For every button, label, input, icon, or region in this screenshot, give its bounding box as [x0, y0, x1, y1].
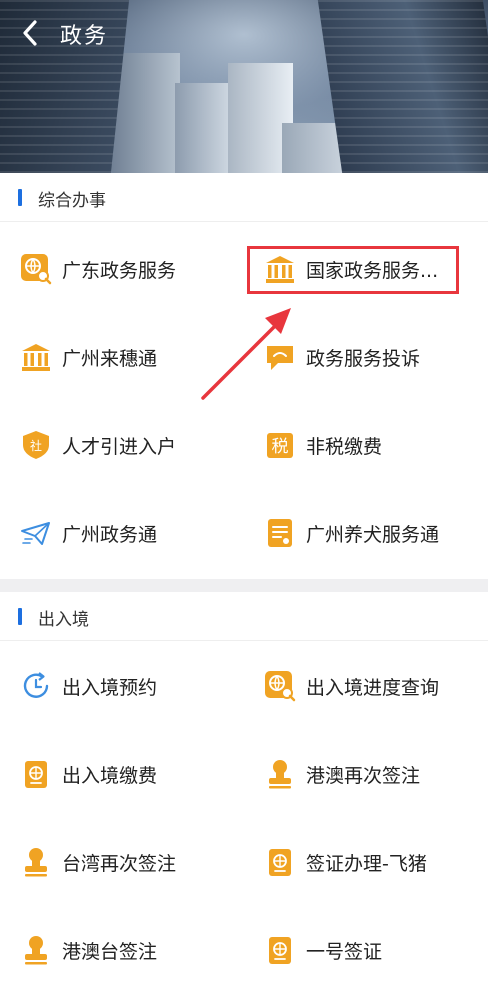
section-title: 综合办事 — [38, 191, 106, 211]
service-entry-exit-progress[interactable]: 出入境进度查询 — [264, 664, 464, 708]
annotation-arrow-icon — [201, 308, 291, 400]
banner-building — [317, 0, 488, 173]
shield-badge-icon: 社 — [23, 431, 49, 459]
stamp-icon — [25, 848, 47, 877]
passport-icon — [269, 849, 291, 876]
section-accent-bar — [18, 189, 22, 206]
page-title: 政务 — [60, 24, 109, 49]
service-label: 广东政务服务 — [62, 260, 177, 282]
section-accent-bar — [18, 608, 22, 625]
service-label: 人才引进入户 — [62, 436, 177, 458]
stamp-icon — [25, 936, 47, 965]
service-label: 广州来穗通 — [62, 348, 158, 370]
service-label: 广州政务通 — [62, 524, 158, 546]
service-label: 广州养犬服务通 — [306, 524, 440, 546]
service-non-tax-payment[interactable]: 税 非税缴费 — [264, 423, 464, 467]
service-label: 一号签证 — [306, 941, 383, 963]
globe-search-icon — [21, 254, 52, 285]
highlight-box — [247, 246, 459, 294]
service-label: 港澳再次签注 — [306, 765, 421, 787]
service-hk-macau-reendorse[interactable]: 港澳再次签注 — [264, 752, 464, 796]
section-divider — [0, 579, 488, 592]
section-header: 综合办事 — [0, 173, 488, 222]
passport-icon — [25, 761, 47, 788]
service-label: 非税缴费 — [306, 436, 383, 458]
service-guangdong-gov[interactable]: 广东政务服务 — [20, 247, 230, 291]
header-banner: 政务 — [0, 0, 488, 173]
svg-text:社: 社 — [30, 438, 42, 453]
service-entry-exit-payment[interactable]: 出入境缴费 — [20, 752, 230, 796]
service-entry-exit-appointment[interactable]: 出入境预约 — [20, 664, 230, 708]
chevron-left-icon — [23, 20, 37, 46]
service-label: 出入境缴费 — [62, 765, 158, 787]
section-title: 出入境 — [38, 610, 89, 630]
section-entry-exit: 出入境 出入境预约 出入境进度查询 出入境缴费 港澳再次签注 台湾再次签注 签证… — [0, 592, 488, 992]
service-talent-hukou[interactable]: 社 人才引进入户 — [20, 423, 230, 467]
paper-plane-icon — [21, 522, 50, 545]
globe-search-icon — [265, 671, 296, 702]
back-button[interactable] — [14, 16, 48, 50]
service-yihao-visa[interactable]: 一号签证 — [264, 928, 464, 972]
service-guangzhou-gov-tong[interactable]: 广州政务通 — [20, 511, 230, 555]
document-icon — [268, 519, 292, 547]
section-header: 出入境 — [0, 592, 488, 641]
service-taiwan-reendorse[interactable]: 台湾再次签注 — [20, 840, 230, 884]
tax-character-icon: 税 — [267, 433, 293, 458]
service-label: 出入境预约 — [62, 677, 158, 699]
service-dog-license[interactable]: 广州养犬服务通 — [264, 511, 464, 555]
banner-building — [175, 83, 235, 173]
service-label: 政务服务投诉 — [306, 348, 421, 370]
service-label: 签证办理-飞猪 — [306, 853, 427, 875]
stamp-icon — [269, 760, 291, 789]
service-label: 台湾再次签注 — [62, 853, 177, 875]
passport-icon — [269, 937, 291, 964]
service-visa-fliggy[interactable]: 签证办理-飞猪 — [264, 840, 464, 884]
svg-text:税: 税 — [272, 437, 289, 457]
service-label: 港澳台签注 — [62, 941, 158, 963]
service-label: 出入境进度查询 — [306, 677, 440, 699]
clock-refresh-icon — [23, 672, 49, 698]
service-hk-macau-taiwan-endorse[interactable]: 港澳台签注 — [20, 928, 230, 972]
government-building-icon — [22, 344, 50, 371]
